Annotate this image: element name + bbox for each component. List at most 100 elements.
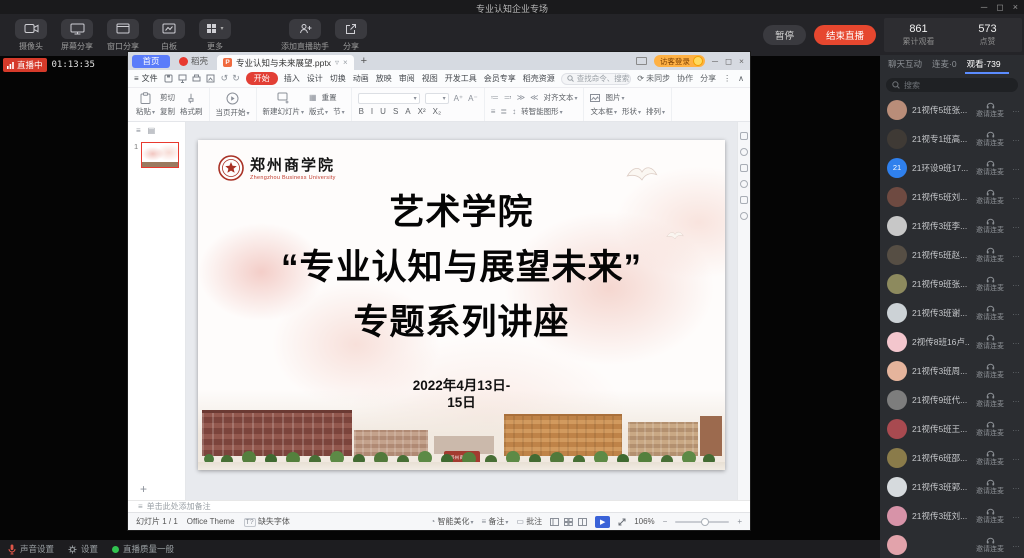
invite-mic-button[interactable]: 邀请连麦 [974, 130, 1006, 148]
rail-design-icon[interactable] [740, 164, 748, 172]
avatar[interactable] [887, 477, 907, 497]
avatar[interactable] [887, 506, 907, 526]
textbox-button[interactable]: 文本框▾ [590, 106, 617, 117]
avatar[interactable] [887, 361, 907, 381]
to-smart-diagram-button[interactable]: 转智能图形▾ [521, 106, 563, 117]
avatar[interactable] [887, 419, 907, 439]
avatar[interactable] [887, 216, 907, 236]
section-button[interactable]: 节▾ [333, 106, 345, 117]
avatar[interactable] [887, 100, 907, 120]
menu-tab-home[interactable]: 开始 [246, 72, 278, 85]
menu-tab[interactable]: 开发工具 [445, 73, 477, 84]
invite-mic-button[interactable]: 邀请连麦 [974, 333, 1006, 351]
invite-mic-button[interactable]: 邀请连麦 [974, 536, 1006, 554]
cloud-sync-status[interactable]: ⟳ 未同步 [637, 73, 670, 84]
normal-view-icon[interactable] [550, 518, 559, 526]
invite-mic-button[interactable]: 邀请连麦 [974, 275, 1006, 293]
reset-button[interactable]: 重置 [322, 92, 337, 103]
menu-tab[interactable]: 插入 [284, 73, 300, 84]
zoom-slider[interactable] [675, 521, 729, 523]
command-search-box[interactable]: 查找命令、搜索... [561, 73, 631, 85]
wps-close-icon[interactable]: × [739, 56, 744, 67]
more-button[interactable]: ▾ 更多 [192, 19, 238, 52]
new-tab-button[interactable]: + [361, 55, 367, 67]
viewer-more-icon[interactable]: … [1011, 482, 1021, 491]
sound-settings-button[interactable]: 声音设置 [8, 543, 54, 555]
menu-tab[interactable]: 稻壳资源 [523, 73, 555, 84]
shrink-font-icon[interactable]: A⁻ [468, 94, 478, 103]
rail-properties-icon[interactable] [740, 132, 748, 140]
notes-bar[interactable]: ≡ 单击此处添加备注 [128, 500, 750, 512]
font-style-button[interactable]: X² [417, 107, 427, 116]
rail-comment-icon[interactable] [740, 180, 748, 188]
doc-share-button[interactable]: 分享 [700, 73, 716, 84]
avatar[interactable]: 21 [887, 158, 907, 178]
avatar[interactable] [887, 390, 907, 410]
theme-name[interactable]: Office Theme [187, 517, 235, 526]
invite-mic-button[interactable]: 邀请连麦 [974, 101, 1006, 119]
menu-tab[interactable]: 动画 [353, 73, 369, 84]
invite-mic-button[interactable]: 邀请连麦 [974, 304, 1006, 322]
minimize-icon[interactable]: ─ [981, 2, 987, 13]
viewer-search-box[interactable] [886, 78, 1018, 92]
viewer-more-icon[interactable]: … [1011, 511, 1021, 520]
font-name-select[interactable]: ▾ [358, 93, 420, 104]
undo-icon[interactable]: ↺ [221, 73, 229, 84]
print-icon[interactable] [192, 74, 201, 83]
arrange-button[interactable]: 排列▾ [646, 106, 665, 117]
fit-zoom-icon[interactable] [618, 518, 626, 526]
slide-thumbnail[interactable] [141, 142, 179, 168]
viewer-more-icon[interactable]: … [1011, 308, 1021, 317]
rail-animation-icon[interactable] [740, 148, 748, 156]
avatar[interactable] [887, 129, 907, 149]
whiteboard-button[interactable]: 白板 [146, 19, 192, 52]
font-style-button[interactable]: A [404, 107, 411, 116]
outline-view-icon[interactable]: ≡ [136, 126, 141, 135]
slideshow-play-button[interactable]: ▶ [595, 516, 610, 528]
beautify-button[interactable]: ◔ 智能美化▾ [430, 516, 473, 527]
thumbnail-view-icon[interactable]: ▤ [148, 126, 156, 135]
align-center-icon[interactable]: ≣ [500, 107, 507, 116]
wps-maximize-icon[interactable]: ◻ [725, 56, 732, 67]
avatar[interactable] [887, 332, 907, 352]
screen-share-button[interactable]: 屏幕分享 [54, 19, 100, 52]
output-icon[interactable] [178, 74, 187, 83]
avatar[interactable] [887, 535, 907, 555]
window-share-button[interactable]: 窗口分享 [100, 19, 146, 52]
menu-tab[interactable]: 视图 [422, 73, 438, 84]
pause-live-button[interactable]: 暂停 [763, 25, 806, 45]
wps-home-tab[interactable]: 首页 [132, 55, 170, 68]
save-icon[interactable] [164, 74, 173, 83]
invite-mic-button[interactable]: 邀请连麦 [974, 217, 1006, 235]
menu-tab[interactable]: 切换 [330, 73, 346, 84]
viewer-more-icon[interactable]: … [1011, 163, 1021, 172]
new-slide-button[interactable]: 新建幻灯片▾ [263, 92, 305, 117]
grow-font-icon[interactable]: A⁺ [454, 94, 464, 103]
viewer-more-icon[interactable]: … [1011, 337, 1021, 346]
invite-mic-button[interactable]: 邀请连麦 [974, 507, 1006, 525]
font-style-button[interactable]: X₂ [432, 107, 442, 116]
viewer-more-icon[interactable]: … [1011, 221, 1021, 230]
close-tab-icon[interactable]: × [343, 58, 348, 67]
copy-button[interactable]: 复制 [160, 106, 175, 117]
guest-login-button[interactable]: 访客登录 [654, 55, 705, 67]
stream-quality-indicator[interactable]: 直播质量一般 [112, 543, 174, 555]
maximize-icon[interactable]: ◻ [996, 2, 1003, 13]
picture-button[interactable]: 图片▾ [605, 92, 624, 103]
menu-tab[interactable]: 设计 [307, 73, 323, 84]
invite-mic-button[interactable]: 邀请连麦 [974, 188, 1006, 206]
invite-mic-button[interactable]: 邀请连麦 [974, 478, 1006, 496]
layout-button[interactable]: 版式▾ [309, 106, 328, 117]
reading-view-icon[interactable] [578, 518, 587, 526]
layout-switch-icon[interactable] [636, 57, 647, 65]
notes-toggle-button[interactable]: ≡ 备注▾ [481, 516, 508, 527]
add-assistant-button[interactable]: 添加直播助手 [282, 19, 328, 52]
viewer-more-icon[interactable]: … [1011, 540, 1021, 549]
font-style-button[interactable]: U [379, 107, 387, 116]
wps-minimize-icon[interactable]: ─ [712, 56, 718, 67]
bullets-icon[interactable]: ≔ [491, 93, 499, 102]
slide[interactable]: 郑州商学院 Zhengzhou Business University 艺术学院… [198, 140, 725, 470]
avatar[interactable] [887, 448, 907, 468]
avatar[interactable] [887, 187, 907, 207]
invite-mic-button[interactable]: 邀请连麦 [974, 449, 1006, 467]
